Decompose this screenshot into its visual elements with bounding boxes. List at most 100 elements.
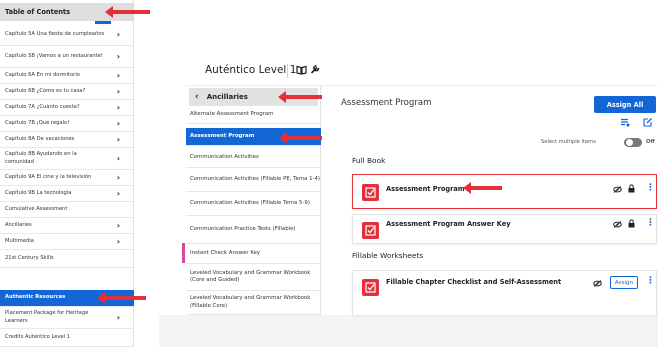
toc-item-multimedia[interactable]: Multimedia ›	[0, 234, 134, 250]
toggle-state-label: Off	[646, 139, 655, 145]
ancillary-item[interactable]: Instant Check Answer Key	[186, 244, 321, 264]
resource-card-title: Assessment Program Answer Key	[386, 220, 511, 228]
resource-card-title: Assessment Program	[386, 185, 465, 193]
chevron-right-icon: ›	[116, 87, 120, 96]
ancillary-item-label: Communication Practice Tests (Fillable)	[190, 225, 296, 232]
toc-item-label: Capítulo 8B Ayudando en la comunidad	[5, 151, 77, 165]
ancillaries-header-label: Ancillaries	[206, 93, 248, 101]
toc-item-6a[interactable]: Capítulo 6A En mi dormitorio ›	[0, 68, 134, 84]
toc-item-9a[interactable]: Capítulo 9A El cine y la televisión ›	[0, 170, 134, 186]
toc-item-cumulative-assessment[interactable]: Cumulative Assessment	[0, 202, 134, 218]
ancillary-item-label: Communication Activities (Fillable PE, T…	[190, 175, 321, 182]
top-bar: Auténtico Level 1	[186, 56, 658, 86]
visibility-off-icon[interactable]	[593, 280, 602, 289]
visibility-off-icon[interactable]	[613, 186, 622, 195]
resource-card-fillable-checklist[interactable]: Fillable Chapter Checklist and Self-Asse…	[352, 270, 657, 315]
select-multiple-toggle[interactable]	[624, 138, 642, 147]
ancillary-item-label: Leveled Vocabulary and Grammar Workbook …	[190, 269, 311, 283]
toc-item-label: Capítulo 7A ¿Cuánto cuesta?	[5, 103, 80, 110]
toggle-knob	[626, 139, 633, 146]
book-open-icon[interactable]	[296, 65, 307, 78]
toc-item-8b[interactable]: Capítulo 8B Ayudando en la comunidad ›	[0, 148, 134, 170]
assign-button[interactable]: Assign	[610, 276, 638, 289]
toc-item-7b[interactable]: Capítulo 7B ¡Qué regalo! ›	[0, 116, 134, 132]
toc-item-label: 21st Century Skills	[5, 254, 54, 261]
ancillary-item-label: Alternate Assessment Program	[190, 110, 274, 117]
chevron-right-icon: ›	[116, 237, 120, 246]
ancillaries-panel: ‹ Ancillaries Alternate Assessment Progr…	[186, 86, 321, 315]
chevron-right-icon: ›	[116, 30, 120, 39]
toc-item-label: Placement Package for Heritage Learners	[5, 310, 89, 324]
lock-icon[interactable]	[628, 184, 635, 195]
toc-item-6b[interactable]: Capítulo 6B ¿Cómo es tu casa? ›	[0, 84, 134, 100]
ancillary-item[interactable]: Communication Activities (Fillable PE, T…	[186, 168, 321, 192]
toc-item-placement-package[interactable]: Placement Package for Heritage Learners ›	[0, 307, 134, 329]
chevron-right-icon: ›	[116, 52, 120, 61]
toc-item-label: Capítulo 6A En mi dormitorio	[5, 71, 80, 78]
page-title: Assessment Program	[341, 98, 432, 108]
toc-item-8a[interactable]: Capítulo 8A De vacaciones ›	[0, 132, 134, 148]
ancillary-item[interactable]: Leveled Vocabulary and Grammar Workbook …	[186, 291, 321, 315]
ancillary-item[interactable]: Communication Activities	[186, 148, 321, 168]
resource-card-answer-key[interactable]: Assessment Program Answer Key ⋮	[352, 214, 657, 244]
ancillary-item-label: Leveled Vocabulary and Grammar Workbook …	[190, 295, 311, 309]
ancillary-item[interactable]: Alternate Assessment Program	[186, 106, 321, 124]
edit-icon[interactable]	[643, 117, 653, 129]
toc-item-label: Credits Auténtico Level 1	[5, 333, 71, 340]
toc-item-label: Cumulative Assessment	[5, 205, 68, 212]
ancillary-item[interactable]: Communication Activities (Fillable Tema …	[186, 192, 321, 216]
resource-card-assessment-program[interactable]: Assessment Program ⋮	[352, 174, 657, 209]
toc-item-5b[interactable]: Capítulo 5B ¡Vamos a un restaurante! ›	[0, 46, 134, 68]
more-options-icon[interactable]: ⋮	[646, 183, 655, 193]
toc-item-label: Multimedia	[5, 237, 34, 244]
assign-all-button[interactable]: Assign All	[594, 96, 656, 113]
ancillary-item[interactable]: Leveled Vocabulary and Grammar Workbook …	[186, 264, 321, 291]
chevron-right-icon: ›	[116, 154, 120, 163]
table-of-contents: Table of Contents Capítulo 5A Una fiesta…	[0, 0, 134, 347]
more-options-icon[interactable]: ⋮	[646, 218, 655, 228]
resource-card-title: Fillable Chapter Checklist and Self-Asse…	[386, 278, 562, 286]
chevron-right-icon: ›	[116, 103, 120, 112]
toc-item-5a[interactable]: Capítulo 5A Una fiesta de cumpleaños ›	[0, 24, 134, 46]
chevron-right-icon: ›	[116, 71, 120, 80]
toc-item-21st-century-skills[interactable]: 21st Century Skills	[0, 250, 134, 268]
section-title-full-book: Full Book	[352, 156, 386, 165]
checklist-document-icon	[362, 222, 379, 239]
toc-item-credits[interactable]: Credits Auténtico Level 1	[0, 329, 134, 347]
chevron-right-icon: ›	[116, 173, 120, 182]
visibility-off-icon[interactable]	[613, 221, 622, 230]
ancillary-item-label: Communication Activities	[190, 153, 259, 160]
main-content: Assessment Program Assign All Select mul…	[322, 86, 658, 315]
more-options-icon[interactable]: ⋮	[646, 276, 655, 286]
select-multiple-label: Select multiple items	[541, 139, 596, 145]
toc-item-9b[interactable]: Capítulo 9B La tecnología ›	[0, 186, 134, 202]
checklist-document-icon	[362, 184, 379, 201]
ancillary-item-label: Instant Check Answer Key	[190, 249, 261, 256]
wrench-icon[interactable]	[310, 63, 321, 77]
toc-item-ancillaries[interactable]: Ancillaries ›	[0, 218, 134, 234]
toc-item-7a[interactable]: Capítulo 7A ¿Cuánto cuesta? ›	[0, 100, 134, 116]
toc-item-label: Capítulo 5A Una fiesta de cumpleaños	[5, 30, 105, 37]
ancillary-item-label: Assessment Program	[190, 132, 255, 139]
toc-item-label: Capítulo 8A De vacaciones	[5, 135, 75, 142]
toc-item-label: Capítulo 5B ¡Vamos a un restaurante!	[5, 52, 103, 59]
chevron-right-icon: ›	[116, 189, 120, 198]
chevron-left-icon[interactable]: ‹	[195, 92, 199, 102]
ancillary-item-label: Communication Activities (Fillable Tema …	[190, 199, 310, 206]
ancillary-item[interactable]: Communication Practice Tests (Fillable)	[186, 216, 321, 244]
toc-item-label: Capítulo 9A El cine y la televisión	[5, 173, 92, 180]
filter-list-icon[interactable]	[620, 118, 630, 129]
background-area	[159, 315, 658, 347]
pink-marker	[182, 243, 185, 263]
chevron-right-icon: ›	[116, 313, 120, 322]
app-title: Auténtico Level 1	[205, 64, 297, 76]
toc-item-label: Capítulo 6B ¿Cómo es tu casa?	[5, 87, 86, 94]
chevron-right-icon: ›	[116, 119, 120, 128]
section-title-fillable-worksheets: Fillable Worksheets	[352, 251, 424, 260]
toc-item-label: Authentic Resources	[5, 294, 66, 301]
toc-item-label: Capítulo 7B ¡Qué regalo!	[5, 119, 70, 126]
chevron-right-icon: ›	[116, 135, 120, 144]
topbar-divider	[287, 64, 288, 78]
lock-icon[interactable]	[628, 219, 635, 230]
toc-item-label: Ancillaries	[5, 221, 32, 228]
